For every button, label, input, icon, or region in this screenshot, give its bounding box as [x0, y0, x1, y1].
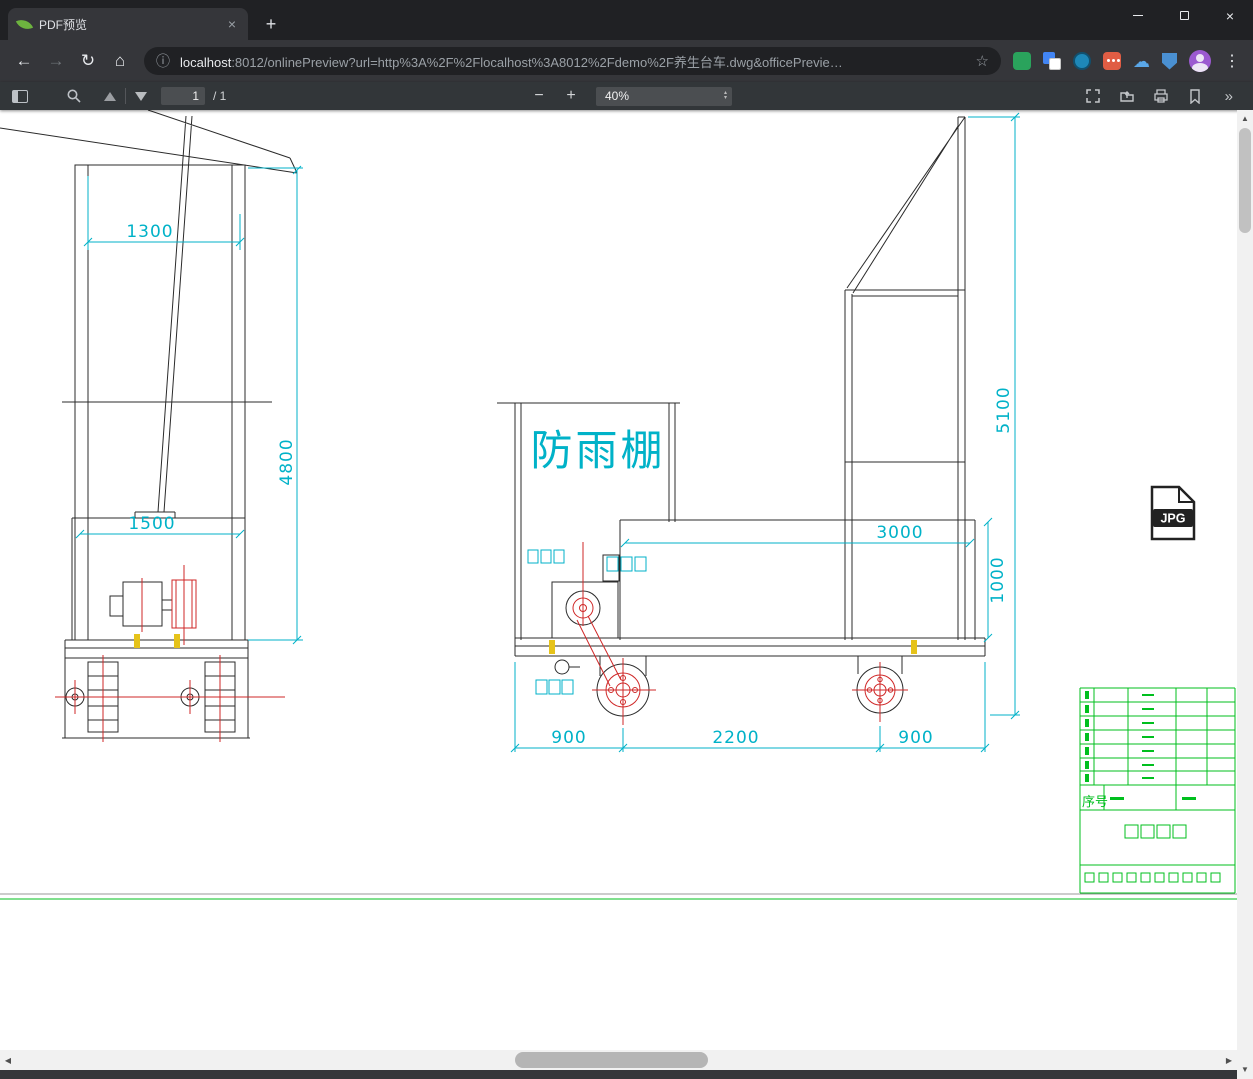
front-view: 1300 4800 1500: [0, 110, 303, 742]
url-path: :8012/onlinePreview?url=http%3A%2F%2Floc…: [231, 54, 843, 70]
dim-5100-label: 5100: [994, 386, 1014, 433]
url-host: localhost: [180, 54, 232, 70]
back-button[interactable]: ←: [9, 46, 39, 76]
tab-close-icon[interactable]: ×: [226, 15, 238, 33]
translate-white-square: [1049, 58, 1061, 70]
jpg-badge-label: JPG: [1160, 512, 1185, 526]
fullscreen-icon: [1085, 89, 1100, 103]
sidebar-toggle-icon: [12, 89, 28, 103]
toolbar-divider: [125, 88, 126, 104]
secondary-toolbar-button[interactable]: »: [1225, 88, 1233, 105]
dim-900-left-label: 900: [551, 728, 586, 748]
maximize-icon: [1179, 11, 1189, 20]
site-info-icon[interactable]: ⓘ: [156, 51, 170, 71]
page-down-icon: [135, 91, 147, 101]
translate-extension-icon[interactable]: [1043, 52, 1061, 70]
spring-leaf-favicon: [15, 15, 34, 33]
minimize-button[interactable]: [1115, 0, 1161, 31]
toolbar-right-group: »: [1085, 82, 1233, 110]
address-bar[interactable]: ⓘ localhost:8012/onlinePreview?url=http%…: [144, 47, 1001, 75]
window-controls: ×: [1115, 0, 1253, 31]
dim-2200-label: 2200: [712, 728, 759, 748]
cad-drawing-svg: 1300 4800 1500 防雨棚 5100 3000 1000 900 22…: [0, 110, 1237, 900]
scroll-down-icon[interactable]: ▼: [1237, 1062, 1253, 1077]
tab-bar: PDF预览 × + ×: [0, 0, 1253, 40]
rain-shelter-label: 防雨棚: [530, 426, 665, 475]
scroll-up-icon[interactable]: ▲: [1237, 111, 1253, 126]
navigation-bar: ← → ↻ ⌂ ⓘ localhost:8012/onlinePreview?u…: [0, 40, 1253, 82]
browser-window: PDF预览 × + × ← → ↻ ⌂ ⓘ localhost:8012/onl…: [0, 0, 1253, 1079]
dim-3000-label: 3000: [876, 523, 923, 543]
vertical-scrollbar[interactable]: ▲ ▼: [1237, 110, 1253, 1079]
close-window-button[interactable]: ×: [1207, 0, 1253, 31]
new-tab-button[interactable]: +: [258, 11, 284, 37]
bookmark-ribbon-icon: [1189, 89, 1200, 104]
page-up-icon: [104, 91, 116, 101]
dim-1500-label: 1500: [128, 514, 175, 534]
open-file-button[interactable]: [1119, 88, 1135, 104]
dim-1000-label: 1000: [988, 556, 1008, 603]
vertical-scrollbar-thumb[interactable]: [1239, 128, 1251, 233]
cloud-extension-icon[interactable]: ☁: [1133, 53, 1150, 70]
search-icon: [67, 89, 81, 103]
avatar-body: [1192, 63, 1208, 72]
extensions-area: ☁ ⋮: [1013, 50, 1241, 72]
next-page-button[interactable]: [135, 91, 147, 101]
zoom-spinner-icon: ▴ ▾: [723, 90, 727, 101]
zoom-select[interactable]: 40% ▴ ▾: [596, 86, 732, 106]
url-text: localhost:8012/onlinePreview?url=http%3A…: [180, 52, 968, 71]
dim-1300-label: 1300: [126, 222, 173, 242]
scroll-left-icon[interactable]: ◀: [0, 1050, 16, 1070]
home-button[interactable]: ⌂: [105, 46, 135, 76]
extension-blue-circle-icon[interactable]: [1073, 52, 1091, 70]
browser-tab[interactable]: PDF预览 ×: [8, 8, 248, 40]
print-button[interactable]: [1153, 88, 1169, 104]
zoom-controls: − + 40% ▴ ▾: [528, 82, 732, 110]
extension-green-icon[interactable]: [1013, 52, 1031, 70]
zoom-value: 40%: [605, 89, 630, 103]
dim-4800-label: 4800: [277, 438, 297, 485]
horizontal-scrollbar-thumb[interactable]: [515, 1052, 708, 1068]
bookmark-button[interactable]: [1187, 88, 1203, 104]
presentation-mode-button[interactable]: [1085, 88, 1101, 104]
reload-button[interactable]: ↻: [73, 46, 103, 76]
dim-900-right-label: 900: [898, 728, 933, 748]
print-icon: [1154, 89, 1168, 103]
side-view: 防雨棚 5100 3000 1000 900 2200 900: [497, 112, 1020, 753]
zoom-out-button[interactable]: −: [528, 87, 550, 105]
window-bottom-strip: [0, 1070, 1237, 1079]
forward-button[interactable]: →: [41, 46, 71, 76]
page-total-label: / 1: [213, 89, 227, 103]
sheet-border-lines: [0, 893, 1237, 900]
pdf-page: 1300 4800 1500 防雨棚 5100 3000 1000 900 22…: [0, 110, 1237, 1050]
shield-extension-icon[interactable]: [1162, 52, 1177, 70]
minimize-icon: [1133, 14, 1143, 17]
zoom-in-button[interactable]: +: [560, 87, 582, 105]
chrome-menu-icon[interactable]: ⋮: [1223, 51, 1241, 71]
pdf-toolbar: / 1 − + 40% ▴▾: [0, 82, 1253, 110]
tab-title: PDF预览: [39, 17, 88, 32]
open-file-icon: [1119, 91, 1134, 102]
previous-page-button[interactable]: [104, 91, 116, 101]
scroll-right-icon[interactable]: ▶: [1221, 1050, 1237, 1070]
extension-red-icon[interactable]: [1103, 52, 1121, 70]
jpg-file-icon: JPG: [1150, 485, 1196, 541]
sidebar-toggle-button[interactable]: [12, 89, 28, 103]
extension-red-dots: [1107, 59, 1110, 62]
find-button[interactable]: [66, 88, 82, 104]
title-block-table: 序号: [1079, 687, 1236, 894]
horizontal-scrollbar[interactable]: ◀ ▶: [0, 1050, 1237, 1070]
maximize-button[interactable]: [1161, 0, 1207, 31]
serial-number-header: 序号: [1082, 795, 1108, 810]
bookmark-star-icon[interactable]: ☆: [976, 52, 989, 70]
avatar-head: [1196, 54, 1204, 62]
page-number-input[interactable]: [161, 87, 205, 105]
profile-avatar[interactable]: [1189, 50, 1211, 72]
